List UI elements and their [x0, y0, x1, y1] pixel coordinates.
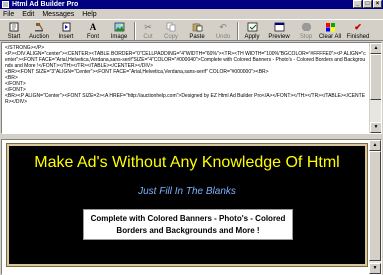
source-line: <BR><P ALIGN="Center"><FONT SIZE=2><A HR…: [5, 93, 366, 105]
close-button[interactable]: ×: [373, 0, 382, 8]
start-button[interactable]: Start: [3, 21, 25, 41]
menu-bar: File Edit Messages Help: [0, 9, 383, 19]
editor-scrollbar[interactable]: ▲ ▼: [369, 43, 381, 133]
image-button[interactable]: Image: [107, 21, 131, 41]
auction-button[interactable]: Auction: [27, 21, 51, 41]
preview-scrollbar[interactable]: ▲ ▼: [369, 140, 381, 274]
maximize-button[interactable]: □: [363, 0, 372, 8]
clear-all-button[interactable]: Clear All: [317, 21, 343, 41]
menu-file[interactable]: File: [2, 11, 15, 18]
copy-button[interactable]: Copy: [160, 21, 182, 41]
source-line: <P><DIV ALIGN="center"><CENTER><TABLE BO…: [5, 51, 366, 69]
ad-preview-pane: Make Ad's Without Any Knowledge Of Html …: [1, 139, 382, 275]
paste-button[interactable]: Paste: [186, 21, 208, 41]
finished-icon: ✔: [354, 22, 362, 32]
toolbar: Start Auction Insert A Font Image ✂ Cut Co…: [0, 19, 383, 41]
scroll-thumb[interactable]: [369, 151, 381, 261]
clear-all-icon: [325, 22, 336, 32]
menu-edit[interactable]: Edit: [21, 11, 35, 18]
apply-button[interactable]: Apply: [240, 21, 264, 41]
stop-icon: [301, 22, 312, 32]
apply-icon: [247, 22, 258, 32]
html-source[interactable]: </STRONG></P> <P><DIV ALIGN="center"><CE…: [5, 45, 367, 105]
menu-messages[interactable]: Messages: [41, 11, 75, 18]
insert-icon: [61, 22, 72, 32]
html-editor[interactable]: </STRONG></P> <P><DIV ALIGN="center"><CE…: [1, 42, 382, 134]
ad-subhead: Just Fill In The Blanks: [138, 186, 236, 197]
ad-headline: Make Ad's Without Any Knowledge Of Html: [34, 154, 340, 171]
scroll-down-button[interactable]: ▼: [370, 122, 381, 133]
toolbar-separator: [237, 22, 239, 40]
window-title: Html Ad Builder Pro: [12, 1, 79, 8]
finished-button[interactable]: ✔ Finished: [344, 21, 372, 41]
font-icon: A: [89, 22, 97, 32]
font-button[interactable]: A Font: [82, 21, 104, 41]
scroll-down-button[interactable]: ▼: [369, 263, 381, 274]
minimize-button[interactable]: _: [353, 0, 362, 8]
ad-banner: Make Ad's Without Any Knowledge Of Html …: [6, 143, 368, 267]
undo-button[interactable]: ↶ Undo: [212, 21, 234, 41]
paste-icon: [192, 22, 203, 32]
auction-icon: [34, 22, 45, 32]
menu-help[interactable]: Help: [81, 11, 97, 18]
scroll-up-button[interactable]: ▲: [369, 140, 381, 151]
title-bar: Html Ad Builder Pro _ □ ×: [0, 0, 383, 9]
copy-icon: [166, 22, 177, 32]
insert-button[interactable]: Insert: [55, 21, 77, 41]
app-icon: [2, 1, 9, 8]
image-icon: [114, 22, 125, 32]
cut-button[interactable]: ✂ Cut: [138, 21, 158, 41]
scroll-up-button[interactable]: ▲: [370, 43, 381, 54]
start-icon: [9, 22, 20, 32]
preview-button[interactable]: Preview: [266, 21, 292, 41]
toolbar-separator: [134, 22, 136, 40]
ad-feature-box: Complete with Colored Banners - Photo's …: [83, 209, 293, 240]
caption-buttons: _ □ ×: [353, 0, 382, 9]
undo-icon: ↶: [219, 22, 227, 32]
cut-icon: ✂: [144, 22, 152, 32]
preview-icon: [274, 22, 285, 32]
scroll-thumb[interactable]: [370, 54, 381, 100]
stop-button[interactable]: Stop: [296, 21, 316, 41]
